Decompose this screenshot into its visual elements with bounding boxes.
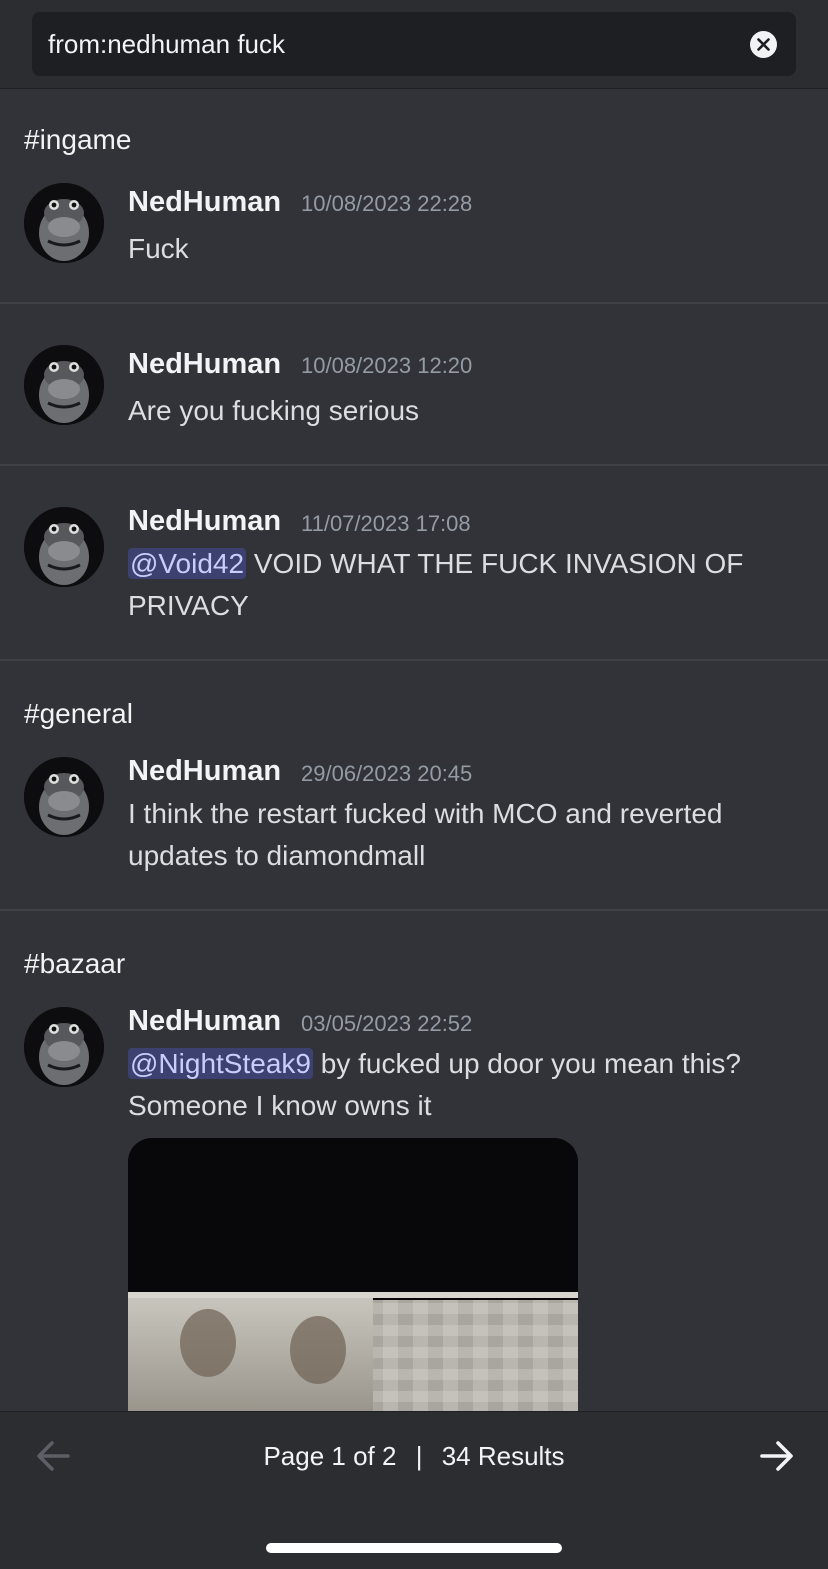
home-indicator: [266, 1543, 562, 1553]
message-author[interactable]: NedHuman: [128, 1005, 281, 1038]
message-content: I think the restart fucked with MCO and …: [128, 793, 808, 877]
result-divider: [0, 302, 828, 304]
result-divider: [0, 909, 828, 911]
message-content: Are you fucking serious: [128, 390, 808, 432]
avatar-image: [24, 1007, 104, 1087]
message-content: @Void42 VOID WHAT THE FUCK INVASION OF P…: [128, 543, 808, 627]
search-field[interactable]: from:nedhuman fuck: [32, 12, 796, 76]
avatar-image: [24, 345, 104, 425]
message-author[interactable]: NedHuman: [128, 348, 281, 381]
message-text: I think the restart fucked with MCO and …: [128, 798, 723, 871]
avatar[interactable]: [24, 757, 104, 837]
avatar-image: [24, 507, 104, 587]
attachment-image: [128, 1138, 578, 1411]
page-indicator: Page 1 of 2: [263, 1441, 397, 1471]
avatar[interactable]: [24, 1007, 104, 1087]
message-content: Fuck: [128, 228, 808, 270]
message-timestamp: 10/08/2023 22:28: [301, 191, 473, 216]
search-results-list: #ingame NedHuman 10/08/2023 22:28 Fuck N…: [0, 89, 828, 1411]
image-attachment[interactable]: [128, 1138, 578, 1411]
message-content: @NightSteak9 by fucked up door you mean …: [128, 1043, 808, 1127]
message-timestamp: 10/08/2023 12:20: [301, 353, 473, 378]
result-divider: [0, 659, 828, 661]
channel-heading: #ingame: [24, 124, 132, 155]
message-timestamp: 29/06/2023 20:45: [301, 761, 473, 786]
results-count: 34 Results: [441, 1441, 565, 1471]
message-author[interactable]: NedHuman: [128, 505, 281, 538]
avatar-image: [24, 757, 104, 837]
user-mention[interactable]: @NightSteak9: [128, 1048, 313, 1079]
message-author[interactable]: NedHuman: [128, 186, 281, 219]
pagination-status: Page 1 of 2 | 34 Results: [0, 1436, 828, 1476]
message-text: Are you fucking serious: [128, 395, 420, 426]
next-page-button[interactable]: [756, 1436, 796, 1476]
avatar[interactable]: [24, 345, 104, 425]
result-divider: [0, 464, 828, 466]
pagination-footer: Page 1 of 2 | 34 Results: [0, 1411, 828, 1569]
channel-heading: #bazaar: [24, 948, 126, 979]
message-text: Fuck: [128, 233, 189, 264]
arrow-right-icon: [760, 1441, 793, 1471]
search-header: from:nedhuman fuck: [0, 0, 828, 89]
search-input[interactable]: from:nedhuman fuck: [48, 12, 285, 76]
avatar-image: [24, 183, 104, 263]
clear-search-button[interactable]: [750, 31, 777, 58]
avatar[interactable]: [24, 507, 104, 587]
channel-heading: #general: [24, 698, 133, 729]
avatar[interactable]: [24, 183, 104, 263]
close-circle-icon: [757, 38, 770, 51]
message-author[interactable]: NedHuman: [128, 755, 281, 788]
user-mention[interactable]: @Void42: [128, 548, 247, 579]
message-timestamp: 03/05/2023 22:52: [301, 1011, 473, 1036]
pagination-separator: |: [415, 1441, 423, 1471]
message-timestamp: 11/07/2023 17:08: [301, 511, 471, 536]
